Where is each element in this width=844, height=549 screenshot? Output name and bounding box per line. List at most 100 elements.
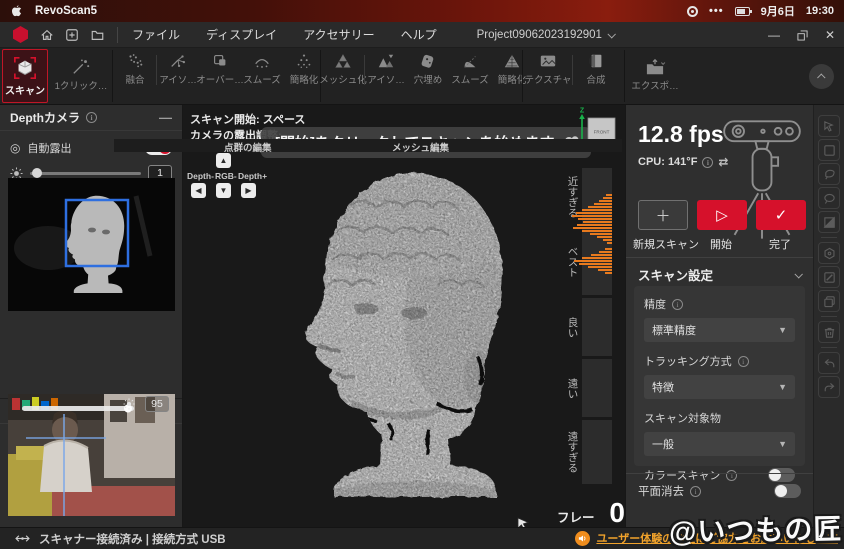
home-icon[interactable] [39, 27, 55, 43]
invert-select-button[interactable] [818, 211, 840, 233]
hint-start-scan: スキャン開始: スペース [190, 111, 305, 127]
hole-fill-icon [418, 52, 438, 70]
lasso-select-button[interactable] [818, 163, 840, 185]
new-project-icon[interactable] [64, 27, 80, 43]
point-cloud-edit-group: 融合 アイソ… オーバー… スムーズ 簡略化 [114, 49, 325, 89]
tool-scan-label: スキャン [5, 82, 45, 97]
info-icon[interactable] [702, 157, 713, 168]
new-scan-button[interactable]: ＋ [638, 200, 688, 230]
selection-tool-strip [813, 105, 844, 527]
start-button[interactable]: ▷ [697, 200, 747, 230]
open-folder-icon[interactable] [89, 27, 105, 43]
fill-tool-button[interactable] [818, 266, 840, 288]
close-button[interactable]: ✕ [816, 22, 844, 48]
tool-scan[interactable]: スキャン [2, 49, 48, 103]
tool-export[interactable]: エクスポ… [628, 49, 682, 101]
plane-removal-row: 平面消去 [638, 483, 801, 499]
info-icon[interactable] [738, 356, 749, 367]
scan-settings-card: 精度 標準精度▼ トラッキング方式 特徴▼ スキャン対象物 一般▼ カラースキャ… [634, 286, 805, 466]
tool-isolated-mesh[interactable]: アイソ… [365, 49, 407, 89]
menu-accessory[interactable]: アクセサリー [303, 26, 374, 43]
key-label-depth-minus: Depth- [187, 171, 214, 181]
info-icon[interactable] [726, 470, 737, 481]
dropdown-arrow-icon: ▼ [778, 382, 787, 392]
brightness-icon [123, 398, 135, 410]
key-up: ▲ [216, 153, 231, 168]
info-icon[interactable] [672, 299, 683, 310]
tool-texture[interactable]: テクスチャ [524, 49, 572, 89]
key-label-depth-plus: Depth+ [238, 171, 267, 181]
plane-removal-toggle[interactable] [774, 484, 801, 498]
delete-button[interactable] [818, 321, 840, 343]
key-right: ▶ [241, 183, 256, 198]
tool-fusion[interactable]: 融合 [114, 49, 156, 89]
dropdown-arrow-icon: ▼ [778, 439, 787, 449]
toolbar-collapse-button[interactable] [809, 64, 834, 89]
overlap-icon [210, 52, 230, 70]
depth-exposure-slider[interactable] [30, 172, 141, 175]
tool-smooth-pc[interactable]: スムーズ [241, 49, 283, 89]
redo-button[interactable] [818, 376, 840, 398]
svg-text:Z: Z [580, 108, 585, 115]
scan-control-panel: 12.8 fps CPU: 141°F ⇄ ＋ ▷ ✓ 新規スキャン 開始 完了… [625, 105, 813, 527]
chevron-up-icon [817, 73, 825, 81]
menubar-time: 19:30 [806, 5, 834, 17]
camera-panel: Depthカメラ — ◎ 自動露出 1 [0, 105, 183, 527]
info-icon[interactable] [690, 486, 701, 497]
group-label-pointcloud: 点群の編集 [224, 140, 272, 154]
tool-mesh[interactable]: メッシュ化 [322, 49, 364, 89]
minimize-button[interactable]: — [760, 22, 788, 48]
simplify-dots-icon [294, 52, 314, 70]
dropdown-arrow-icon: ▼ [778, 325, 787, 335]
select-tool-button[interactable] [818, 115, 840, 137]
fps-readout: 12.8 fps [638, 121, 724, 148]
tool-isolated-points[interactable]: アイソ… [157, 49, 199, 89]
distance-histogram [572, 168, 612, 488]
key-down: ▼ [216, 183, 231, 198]
tracking-select[interactable]: 特徴▼ [644, 375, 795, 399]
rect-select-button[interactable] [818, 139, 840, 161]
done-button[interactable]: ✓ [756, 200, 806, 230]
scanner-connection-status: スキャナー接続済み | 接続方式 USB [14, 531, 226, 547]
more-icon[interactable]: ••• [709, 5, 724, 17]
scan-settings-header[interactable]: スキャン設定 [638, 265, 801, 284]
restore-button[interactable] [788, 22, 816, 48]
mesh-edit-group: メッシュ化 アイソ… 穴埋め スムーズ 簡略化 [322, 49, 533, 89]
start-label: 開始 [710, 236, 732, 252]
tool-merge[interactable]: 合成 [573, 49, 619, 89]
menu-display[interactable]: ディスプレイ [206, 26, 277, 43]
rgb-exposure-value[interactable]: 95 [145, 396, 169, 412]
main-toolbar: スキャン 1クリック… 融合 アイソ… オーバー… [0, 48, 844, 105]
app-titlebar: ファイル ディスプレイ アクセサリー ヘルプ Project0906202319… [0, 22, 844, 48]
scan-viewport[interactable]: スキャン開始: スペース カメラの露出調整: RGB+ ▲ Depth- RGB… [183, 105, 625, 527]
undo-button[interactable] [818, 352, 840, 374]
apple-icon [10, 4, 23, 18]
object-select[interactable]: 一般▼ [644, 432, 795, 456]
info-icon[interactable] [86, 112, 97, 123]
tool-overlap[interactable]: オーバー… [199, 49, 241, 89]
menu-help[interactable]: ヘルプ [401, 26, 437, 43]
battery-icon [735, 7, 750, 16]
scanned-bust-model [288, 167, 530, 501]
duplicate-button[interactable] [818, 290, 840, 312]
accuracy-select[interactable]: 標準精度▼ [644, 318, 795, 342]
isolated-mesh-icon [376, 52, 396, 70]
magic-wand-icon [71, 58, 91, 76]
menu-file[interactable]: ファイル [132, 26, 180, 43]
accuracy-label: 精度 [644, 296, 666, 312]
collapse-depth-section[interactable]: — [159, 110, 172, 125]
app-title: RevoScan5 [35, 5, 97, 17]
group-label-mesh: メッシュ編集 [392, 140, 449, 154]
mesh-region-button[interactable] [818, 242, 840, 264]
color-scan-toggle[interactable] [768, 468, 795, 482]
depth-camera-preview [8, 178, 175, 311]
record-icon[interactable] [687, 6, 698, 17]
tool-one-click[interactable]: 1クリック… [52, 49, 110, 101]
project-selector[interactable]: Project09062023192901 [477, 29, 614, 41]
watermark: @いつもの匠 [668, 507, 842, 549]
chevron-down-icon [607, 30, 615, 38]
object-label: スキャン対象物 [644, 410, 721, 426]
ellipse-select-button[interactable] [818, 187, 840, 209]
tool-hole-fill[interactable]: 穴埋め [407, 49, 449, 89]
tool-smooth-mesh[interactable]: スムーズ [449, 49, 491, 89]
